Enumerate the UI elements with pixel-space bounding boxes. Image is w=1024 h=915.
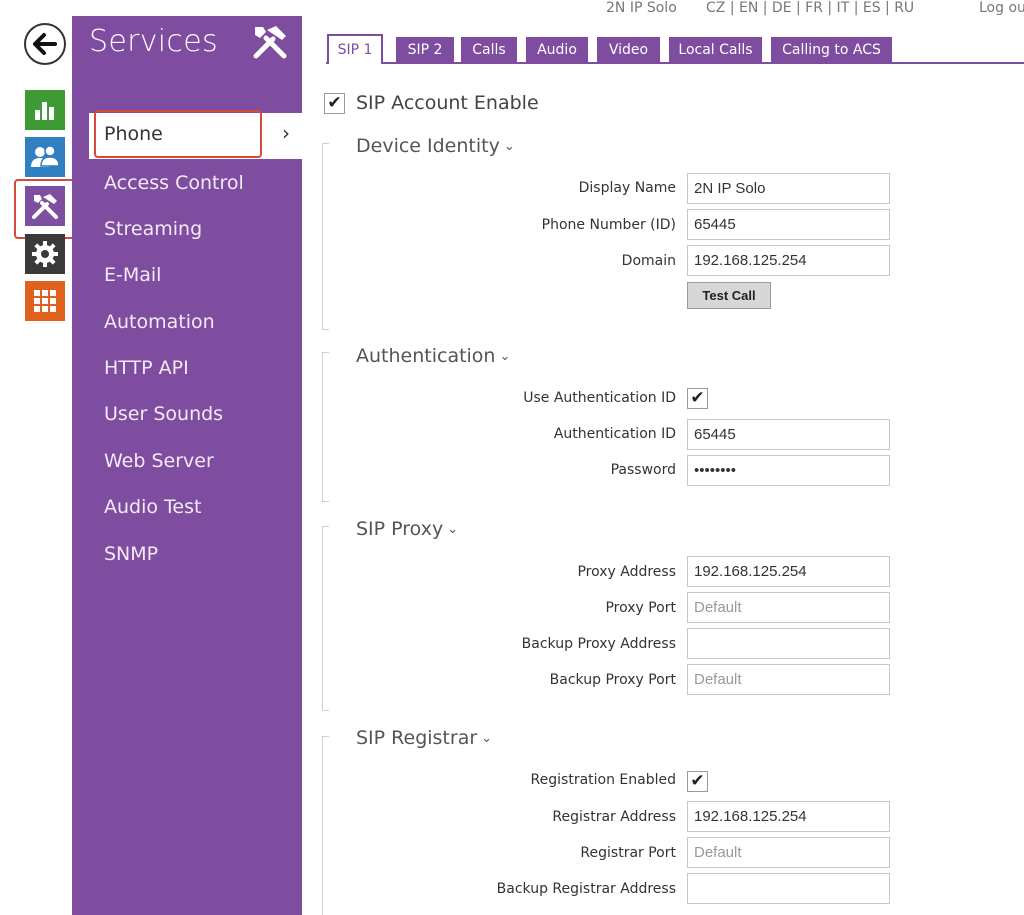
proxy-port-label: Proxy Port [605, 600, 676, 616]
phone-number-label: Phone Number (ID) [541, 217, 676, 233]
proxy-port-input[interactable] [687, 592, 890, 623]
tabs-underline [326, 62, 1024, 64]
menu-item-audio-test[interactable]: Audio Test [104, 496, 201, 518]
proxy-address-label: Proxy Address [577, 564, 676, 580]
caret-down-icon: ⌄ [447, 522, 459, 537]
backup-registrar-address-label: Backup Registrar Address [496, 881, 676, 897]
caret-down-icon: ⌄ [499, 349, 511, 364]
sip-account-enable-label: SIP Account Enable [356, 92, 539, 114]
menu-title: Services [89, 24, 218, 59]
domain-input[interactable] [687, 245, 890, 276]
sip-proxy-title[interactable]: SIP Proxy ⌄ [356, 518, 458, 540]
use-auth-id-checkbox[interactable]: ✔ [687, 388, 708, 409]
phone-item-highlight [94, 110, 262, 158]
registrar-address-label: Registrar Address [552, 809, 676, 825]
logout-link[interactable]: Log out [979, 0, 1024, 16]
authentication-title[interactable]: Authentication ⌄ [356, 345, 510, 367]
section-bracket [322, 526, 329, 711]
section-title-label: Authentication [356, 345, 496, 367]
section-bracket [322, 143, 329, 330]
registrar-port-label: Registrar Port [580, 845, 676, 861]
backup-registrar-address-input[interactable] [687, 873, 890, 904]
language-selector[interactable]: CZ | EN | DE | FR | IT | ES | RU [706, 0, 914, 16]
directory-nav-button[interactable] [25, 137, 65, 177]
menu-item-http-api[interactable]: HTTP API [104, 357, 189, 379]
section-bracket [322, 352, 329, 502]
device-identity-title[interactable]: Device Identity ⌄ [356, 135, 515, 157]
section-bracket [322, 736, 329, 915]
section-title-label: Device Identity [356, 135, 500, 157]
tab-calls[interactable]: Calls [461, 37, 517, 62]
proxy-address-input[interactable] [687, 556, 890, 587]
tab-audio[interactable]: Audio [526, 37, 588, 62]
chevron-right-icon: › [282, 121, 290, 145]
menu-item-email[interactable]: E-Mail [104, 264, 161, 286]
backup-proxy-port-input[interactable] [687, 664, 890, 695]
gear-icon [32, 241, 58, 267]
registration-enabled-checkbox[interactable]: ✔ [687, 771, 708, 792]
test-call-button[interactable]: Test Call [687, 282, 771, 309]
sip-registrar-title[interactable]: SIP Registrar ⌄ [356, 727, 492, 749]
tab-calling-to-acs[interactable]: Calling to ACS [771, 37, 892, 62]
users-icon [31, 145, 60, 167]
registration-enabled-label: Registration Enabled [530, 772, 676, 788]
tab-video[interactable]: Video [597, 37, 660, 62]
registrar-port-input[interactable] [687, 837, 890, 868]
grid-icon [34, 290, 56, 312]
system-nav-button[interactable] [25, 234, 65, 274]
backup-proxy-address-label: Backup Proxy Address [521, 636, 676, 652]
display-name-label: Display Name [578, 180, 676, 196]
menu-item-access-control[interactable]: Access Control [104, 172, 244, 194]
menu-item-snmp[interactable]: SNMP [104, 543, 158, 565]
auth-id-label: Authentication ID [553, 426, 676, 442]
password-input[interactable] [687, 455, 890, 486]
status-chart-icon [35, 102, 54, 120]
caret-down-icon: ⌄ [481, 731, 493, 746]
section-title-label: SIP Registrar [356, 727, 478, 749]
tab-local-calls[interactable]: Local Calls [669, 37, 762, 62]
password-label: Password [610, 462, 676, 478]
use-auth-id-label: Use Authentication ID [523, 390, 676, 406]
section-title-label: SIP Proxy [356, 518, 444, 540]
backup-proxy-port-label: Backup Proxy Port [549, 672, 676, 688]
display-name-input[interactable] [687, 173, 890, 204]
menu-item-web-server[interactable]: Web Server [104, 450, 214, 472]
tab-sip-1[interactable]: SIP 1 [327, 34, 383, 64]
tab-sip-2[interactable]: SIP 2 [396, 37, 454, 62]
registrar-address-input[interactable] [687, 801, 890, 832]
back-arrow-icon [33, 33, 57, 55]
device-name: 2N IP Solo [606, 0, 677, 16]
menu-item-streaming[interactable]: Streaming [104, 218, 202, 240]
back-button[interactable] [24, 23, 66, 65]
menu-item-automation[interactable]: Automation [104, 311, 215, 333]
phone-number-input[interactable] [687, 209, 890, 240]
menu-item-user-sounds[interactable]: User Sounds [104, 403, 223, 425]
tools-icon [253, 26, 287, 59]
caret-down-icon: ⌄ [503, 139, 515, 154]
apps-nav-button[interactable] [25, 281, 65, 321]
domain-label: Domain [621, 253, 676, 269]
backup-proxy-address-input[interactable] [687, 628, 890, 659]
status-nav-button[interactable] [25, 90, 65, 130]
sip-account-enable-checkbox[interactable]: ✔ [324, 93, 345, 114]
auth-id-input[interactable] [687, 419, 890, 450]
services-nav-highlight [14, 179, 75, 239]
